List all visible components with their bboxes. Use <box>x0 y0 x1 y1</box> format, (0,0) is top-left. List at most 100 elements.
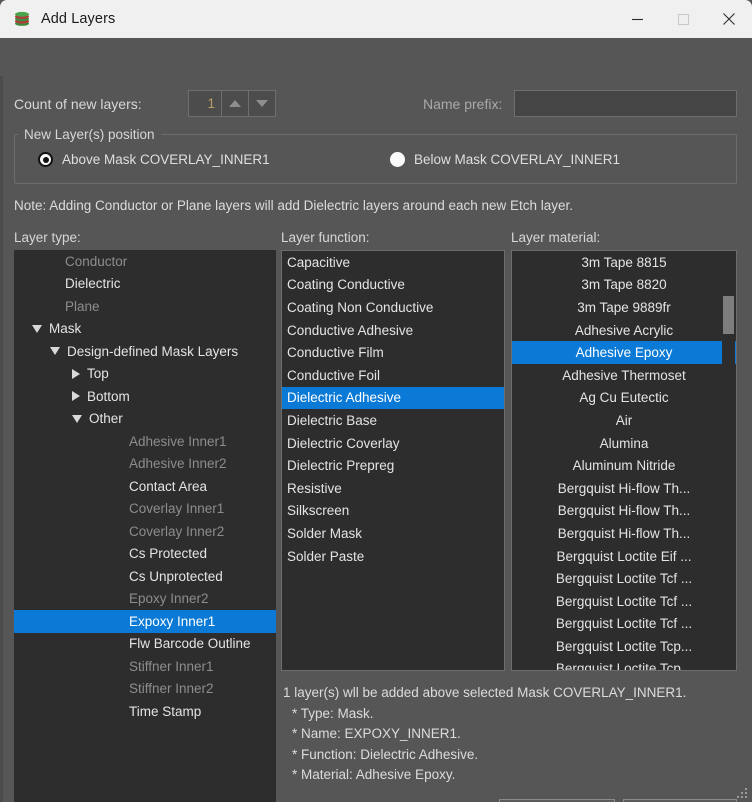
layer-type-label: Layer type: <box>14 230 81 245</box>
tree-item-label: Adhesive Inner2 <box>129 456 227 472</box>
list-item[interactable]: Bergquist Loctite Tcf ... <box>512 567 736 590</box>
tree-item[interactable]: Dielectric <box>14 273 276 296</box>
tree-item[interactable]: Top <box>14 363 276 386</box>
list-item[interactable]: Alumina <box>512 432 736 455</box>
list-item[interactable]: Bergquist Hi-flow Th... <box>512 522 736 545</box>
tree-item[interactable]: Adhesive Inner1 <box>14 430 276 453</box>
minimize-button[interactable] <box>614 0 660 38</box>
summary-line-2: * Type: Mask. <box>292 705 374 721</box>
list-item[interactable]: Conductive Adhesive <box>282 319 504 342</box>
list-item[interactable]: Aluminum Nitride <box>512 454 736 477</box>
count-stepper[interactable]: 1 <box>188 90 276 117</box>
tree-item[interactable]: Coverlay Inner2 <box>14 520 276 543</box>
radio-below-mask-icon[interactable] <box>390 152 405 167</box>
list-item-label: Bergquist Hi-flow Th... <box>557 525 691 541</box>
maximize-button[interactable] <box>660 0 706 38</box>
name-prefix-input[interactable] <box>514 90 737 117</box>
tree-item-label: Stiffner Inner2 <box>129 681 214 697</box>
tree-item[interactable]: Flw Barcode Outline <box>14 633 276 656</box>
radio-below-mask[interactable]: Below Mask COVERLAY_INNER1 <box>390 152 620 167</box>
list-item[interactable]: Silkscreen <box>282 500 504 523</box>
tree-item[interactable]: Contact Area <box>14 475 276 498</box>
list-item[interactable]: Bergquist Hi-flow Th... <box>512 500 736 523</box>
tree-item[interactable]: Design-defined Mask Layers <box>14 340 276 363</box>
tree-item[interactable]: Adhesive Inner2 <box>14 453 276 476</box>
chevron-down-icon[interactable] <box>50 347 60 356</box>
radio-above-mask[interactable]: Above Mask COVERLAY_INNER1 <box>38 152 270 167</box>
spin-up-arrow-icon[interactable] <box>221 91 248 116</box>
list-item[interactable]: Adhesive Epoxy <box>512 341 736 364</box>
chevron-down-icon[interactable] <box>72 414 82 423</box>
resize-grip[interactable] <box>736 787 748 799</box>
list-item-label: Aluminum Nitride <box>572 458 676 474</box>
tree-item[interactable]: Conductor <box>14 250 276 273</box>
list-item[interactable]: Air <box>512 409 736 432</box>
list-item[interactable]: 3m Tape 8815 <box>512 251 736 274</box>
tree-item[interactable]: Stiffner Inner1 <box>14 655 276 678</box>
tree-item[interactable]: Coverlay Inner1 <box>14 498 276 521</box>
list-item[interactable]: Bergquist Loctite Tcp... <box>512 635 736 658</box>
name-prefix-label: Name prefix: <box>423 96 503 112</box>
list-item[interactable]: Bergquist Loctite Tcf ... <box>512 590 736 613</box>
tree-item[interactable]: Other <box>14 408 276 431</box>
material-list-scrollbar[interactable] <box>722 252 735 670</box>
close-button[interactable] <box>706 0 752 38</box>
tree-item[interactable]: Cs Protected <box>14 543 276 566</box>
tree-item[interactable]: Epoxy Inner2 <box>14 588 276 611</box>
list-item[interactable]: Dielectric Coverlay <box>282 432 504 455</box>
spin-down-arrow-icon[interactable] <box>248 91 275 116</box>
chevron-down-icon[interactable] <box>32 324 42 333</box>
list-item[interactable]: Conductive Foil <box>282 364 504 387</box>
left-edge-shadow <box>0 76 3 802</box>
list-item[interactable]: Solder Paste <box>282 545 504 568</box>
list-item[interactable]: 3m Tape 8820 <box>512 274 736 297</box>
tree-item-label: Bottom <box>87 388 130 404</box>
summary-text: 1 layer(s) wll be added above selected M… <box>283 683 733 786</box>
list-item[interactable]: Adhesive Acrylic <box>512 319 736 342</box>
tree-item[interactable]: Stiffner Inner2 <box>14 678 276 701</box>
list-item[interactable]: 3m Tape 9889fr <box>512 296 736 319</box>
list-item[interactable]: Bergquist Loctite Eif ... <box>512 545 736 568</box>
list-item[interactable]: Dielectric Base <box>282 409 504 432</box>
count-value[interactable]: 1 <box>189 91 221 116</box>
list-item-label: Bergquist Loctite Tcp... <box>555 661 693 671</box>
dialog-body: Count of new layers: 1 Name prefix: New … <box>0 38 752 802</box>
list-item[interactable]: Ag Cu Eutectic <box>512 387 736 410</box>
list-item-label: Adhesive Epoxy <box>575 345 673 361</box>
tree-item[interactable]: Plane <box>14 295 276 318</box>
list-item[interactable]: Dielectric Prepreg <box>282 454 504 477</box>
list-item[interactable]: Adhesive Thermoset <box>512 364 736 387</box>
chevron-right-icon[interactable] <box>72 391 80 402</box>
tree-item-label: Flw Barcode Outline <box>129 636 251 652</box>
list-item[interactable]: Coating Conductive <box>282 274 504 297</box>
list-item-label: Ag Cu Eutectic <box>579 390 669 406</box>
list-item[interactable]: Coating Non Conductive <box>282 296 504 319</box>
tree-item[interactable]: Cs Unprotected <box>14 565 276 588</box>
tree-item[interactable]: Mask <box>14 318 276 341</box>
list-item[interactable]: Bergquist Loctite Tcf ... <box>512 613 736 636</box>
radio-above-mask-icon[interactable] <box>38 152 53 167</box>
material-list-scroll-thumb[interactable] <box>723 296 734 334</box>
layer-type-tree[interactable]: Conductor Dielectric Plane Mask Design-defin… <box>14 250 276 802</box>
tree-item-label: Design-defined Mask Layers <box>67 343 239 359</box>
list-item[interactable]: Solder Mask <box>282 522 504 545</box>
list-item[interactable]: Bergquist Loctite Tcp... <box>512 658 736 671</box>
layer-function-list[interactable]: Capacitive Coating Conductive Coating Non … <box>281 250 505 671</box>
tree-item-label: Stiffner Inner1 <box>129 658 214 674</box>
list-item-label: Bergquist Loctite Eif ... <box>556 548 692 564</box>
list-item[interactable]: Resistive <box>282 477 504 500</box>
list-item[interactable]: Dielectric Adhesive <box>282 386 504 410</box>
tree-item-label: Top <box>87 366 109 382</box>
tree-item[interactable]: Expoxy Inner1 <box>14 610 276 633</box>
list-item[interactable]: Capacitive <box>282 251 504 274</box>
list-item-label: Bergquist Loctite Tcf ... <box>555 616 693 632</box>
tree-item-label: Cs Protected <box>129 546 208 562</box>
list-item[interactable]: Conductive Film <box>282 341 504 364</box>
layer-material-list[interactable]: 3m Tape 8815 3m Tape 8820 3m Tape 9889fr Ad… <box>511 250 737 671</box>
tree-item[interactable]: Bottom <box>14 385 276 408</box>
tree-item[interactable]: Time Stamp <box>14 700 276 723</box>
list-item[interactable]: Bergquist Hi-flow Th... <box>512 477 736 500</box>
chevron-right-icon[interactable] <box>72 368 80 379</box>
title-bar: Add Layers <box>0 0 752 38</box>
new-layers-position-title: New Layer(s) position <box>18 127 161 142</box>
